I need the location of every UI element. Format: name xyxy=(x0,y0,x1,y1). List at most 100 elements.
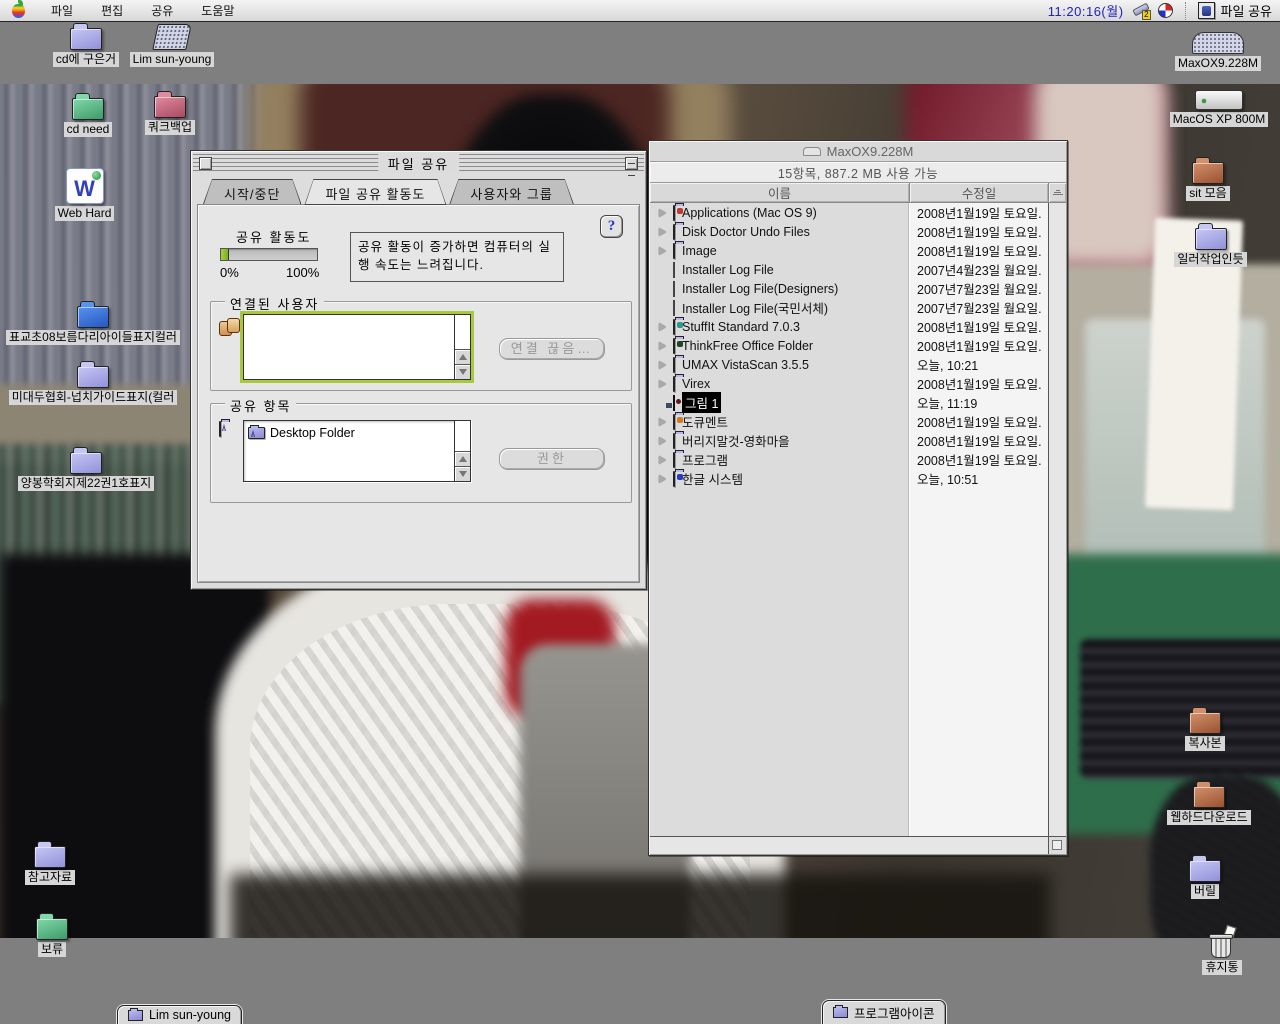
file-row[interactable]: Image 2008년1월19일 토요일. xyxy=(650,241,1048,260)
folder-icon xyxy=(70,452,102,474)
desktop-icon-web-hard[interactable]: W Web Hard xyxy=(42,168,127,221)
scroll-up-icon[interactable] xyxy=(455,349,470,364)
finder-titlebar[interactable]: MaxOX9.228M xyxy=(650,142,1066,162)
apple-menu-icon[interactable] xyxy=(12,4,25,18)
tab-start-stop[interactable]: 시작/중단 xyxy=(203,179,301,204)
file-row[interactable]: 그림 1 오늘, 11:19 xyxy=(650,393,1048,412)
disclosure-triangle-icon[interactable] xyxy=(659,228,666,236)
menu-clock[interactable]: 11:20:16(월) xyxy=(1048,1,1124,20)
disclosure-triangle-icon[interactable] xyxy=(659,209,666,217)
file-row[interactable]: 버리지말것-영화마을 2008년1월19일 토요일. xyxy=(650,431,1048,450)
desktop-icon-cd-burn[interactable]: cd에 구은거 xyxy=(40,28,132,67)
desktop-icon-macos-xp-disk[interactable]: MacOS XP 800M xyxy=(1163,90,1275,127)
desktop-icon-boryu[interactable]: 보류 xyxy=(14,918,90,957)
desktop-icon-cd-need[interactable]: cd need xyxy=(48,98,128,137)
file-row[interactable]: 프로그램 2008년1월19일 토요일. xyxy=(650,450,1048,469)
sort-order-icon[interactable] xyxy=(1048,183,1066,202)
file-row[interactable]: 한글 시스템 오늘, 10:51 xyxy=(650,469,1048,488)
folder-icon xyxy=(77,366,109,388)
file-row[interactable]: Installer Log File(국민서체) 2007년7월23일 월요일. xyxy=(650,298,1048,317)
file-row[interactable]: UMAX VistaScan 3.5.5 오늘, 10:21 xyxy=(650,355,1048,374)
desktop-icon-maxox9-disk[interactable]: MaxOX9.228M xyxy=(1163,32,1273,71)
pencil-input-method-icon[interactable] xyxy=(1132,4,1150,18)
dialog-title: 파일 공유 xyxy=(378,154,459,173)
finder-resize-handle[interactable] xyxy=(1048,836,1066,854)
finder-status-text: 15항목, 887.2 MB 사용 가능 xyxy=(778,163,938,182)
disclosure-triangle-icon[interactable] xyxy=(659,247,666,255)
file-row[interactable]: 도큐멘트 2008년1월19일 토요일. xyxy=(650,412,1048,431)
desktop-icon-midae-cover[interactable]: 미대두협회-넙치가이드표지(컬러 xyxy=(0,366,186,405)
disclosure-triangle-icon[interactable] xyxy=(659,342,666,350)
icon-label: 휴지통 xyxy=(1202,960,1241,975)
desktop-icon-illust-work[interactable]: 일러작업인듯 xyxy=(1158,228,1263,267)
desktop-icon-copy[interactable]: 복사본 xyxy=(1162,712,1248,751)
icon-label: cd에 구은거 xyxy=(53,52,119,67)
disclosure-triangle-icon[interactable] xyxy=(659,456,666,464)
disclosure-triangle-icon[interactable] xyxy=(659,380,666,388)
file-row[interactable]: Virex 2008년1월19일 토요일. xyxy=(650,374,1048,393)
desktop-icon-quark-backup[interactable]: 쿼크백업 xyxy=(130,96,210,135)
disclosure-triangle-icon[interactable] xyxy=(659,437,666,445)
desktop-icon-lim-sun-young[interactable]: Lim sun-young xyxy=(122,24,222,67)
application-switcher-icon[interactable] xyxy=(1158,3,1173,18)
disclosure-triangle-icon[interactable] xyxy=(659,323,666,331)
desktop-icon-trash[interactable]: 휴지통 xyxy=(1182,928,1262,975)
file-name: 도큐멘트 xyxy=(682,412,728,431)
list-scrollbar[interactable] xyxy=(454,421,470,481)
column-header-date[interactable]: 수정일 xyxy=(909,183,1048,202)
desktop-icon-beoril[interactable]: 버릴 xyxy=(1168,860,1242,899)
close-box-icon[interactable] xyxy=(199,157,212,170)
file-row[interactable]: ThinkFree Office Folder 2008년1월19일 토요일. xyxy=(650,336,1048,355)
collapse-box-icon[interactable] xyxy=(625,157,638,170)
tab-activity-monitor[interactable]: 파일 공유 활동도 xyxy=(304,179,446,205)
popup-tab-program-icons[interactable]: 프로그램아이콘 xyxy=(822,1000,946,1024)
shared-item-row[interactable]: Desktop Folder xyxy=(248,424,450,442)
folder-icon xyxy=(34,846,66,868)
menu-share[interactable]: 공유 xyxy=(139,0,185,21)
desktop-icon-pyogyo-cover[interactable]: 표교초08보름다리아이들표지컬러 xyxy=(0,306,186,345)
disclosure-triangle-icon[interactable] xyxy=(659,418,666,426)
active-application-menu[interactable]: 파일 공유 xyxy=(1198,1,1272,20)
column-header-name[interactable]: 이름 xyxy=(650,183,909,202)
scroll-up-icon[interactable] xyxy=(455,451,470,466)
file-row[interactable]: Installer Log File 2007년4월23일 월요일. xyxy=(650,260,1048,279)
list-scrollbar[interactable] xyxy=(454,315,470,379)
icon-label: 참고자료 xyxy=(25,870,75,885)
desktop-icon-sit-collection[interactable]: sit 모음 xyxy=(1168,162,1248,201)
popup-tab-lim-sun-young[interactable]: Lim sun-young xyxy=(117,1005,242,1024)
finder-vertical-scrollbar[interactable] xyxy=(1048,203,1066,836)
file-sharing-app-icon xyxy=(1198,2,1215,19)
file-modified-date: 2007년4월23일 월요일. xyxy=(917,260,1042,279)
menu-help[interactable]: 도움말 xyxy=(189,0,246,21)
folder-icon xyxy=(36,918,68,940)
file-modified-date: 2008년1월19일 토요일. xyxy=(917,203,1042,222)
file-row[interactable]: Disk Doctor Undo Files 2008년1월19일 토요일. xyxy=(650,222,1048,241)
scroll-down-icon[interactable] xyxy=(455,364,470,379)
desktop-icon-chamgo[interactable]: 참고자료 xyxy=(6,846,94,885)
menu-file[interactable]: 파일 xyxy=(39,0,85,21)
file-modified-date: 2008년1월19일 토요일. xyxy=(917,431,1042,450)
finder-window-title: MaxOX9.228M xyxy=(827,144,914,159)
menu-edit[interactable]: 편집 xyxy=(89,0,135,21)
file-modified-date: 2007년7월23일 월요일. xyxy=(917,279,1042,298)
finder-horizontal-scrollbar[interactable] xyxy=(650,836,1048,854)
file-icon xyxy=(673,377,675,391)
file-row[interactable]: Applications (Mac OS 9) 2008년1월19일 토요일. xyxy=(650,203,1048,222)
help-button[interactable]: ? xyxy=(600,215,623,238)
icon-label: cd need xyxy=(64,122,113,137)
scroll-down-icon[interactable] xyxy=(455,466,470,481)
shared-items-list[interactable]: Desktop Folder xyxy=(243,420,471,482)
dialog-titlebar[interactable]: 파일 공유 xyxy=(193,153,644,173)
disclosure-triangle-icon[interactable] xyxy=(659,475,666,483)
connected-users-list[interactable] xyxy=(243,314,471,380)
file-row[interactable]: Installer Log File(Designers) 2007년7월23일… xyxy=(650,279,1048,298)
tab-users-groups[interactable]: 사용자와 그룹 xyxy=(449,179,573,204)
disclosure-triangle-icon[interactable] xyxy=(659,361,666,369)
desktop-icon-webhard-download[interactable]: 웹하드다운로드 xyxy=(1148,786,1270,825)
desktop-icon-yangbong-cover[interactable]: 양봉학회지제22권1호표지 xyxy=(0,452,172,491)
disconnect-button[interactable]: 연결 끊음… xyxy=(499,338,605,360)
privileges-button[interactable]: 권한 xyxy=(499,448,605,470)
file-row[interactable]: StuffIt Standard 7.0.3 2008년1월19일 토요일. xyxy=(650,317,1048,336)
folder-icon xyxy=(70,28,102,50)
file-name: Installer Log File(Designers) xyxy=(682,282,838,296)
